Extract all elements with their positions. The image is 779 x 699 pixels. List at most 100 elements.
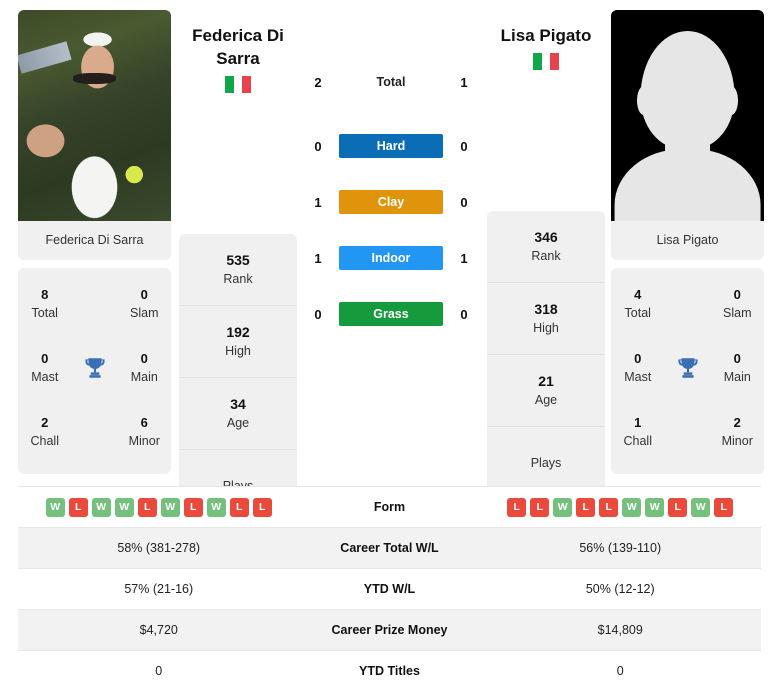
left-titles-row-3: 2 Chall 6 Minor (18, 400, 171, 464)
h2h-surface-row-indoor: 1 Indoor 1 (303, 230, 479, 286)
h2h-total-right: 1 (460, 74, 468, 90)
form-badge-win: W (622, 497, 642, 517)
stats-table: WLWWLWLWLL Form LLWLLWWLWL 58% (381-278)… (18, 486, 761, 691)
left-player-photo-caption: Federica Di Sarra (18, 221, 171, 260)
right-titles-row-1: 4 Total 0 Slam (611, 272, 764, 336)
left-titles-main-value: 0 (140, 351, 148, 366)
right-rank-column: Lisa Pigato 346 Rank 318 High 21 Age Pla… (487, 10, 605, 499)
form-badge-win: W (160, 497, 180, 517)
right-age-cell: 21 Age (487, 355, 605, 427)
right-player-photo-card: Lisa Pigato (611, 10, 764, 260)
h2h-surface-row-grass: 0 Grass 0 (303, 286, 479, 342)
right-player-photo (611, 10, 764, 221)
form-badge-loss: L (599, 497, 619, 517)
right-titles-minor-label: Minor (721, 434, 753, 448)
form-badge-win: W (91, 497, 111, 517)
left-titles-mast: 0 Mast (18, 350, 72, 386)
h2h-rows: 2 Total 1 0 Hard 0 1 Clay 0 1 Indoor 1 0… (303, 10, 479, 342)
right-titles-chall-label: Chall (623, 434, 653, 448)
left-player-photo-card: Federica Di Sarra (18, 10, 171, 260)
left-titles-row-2: 0 Mast 0 Main (18, 336, 171, 400)
left-titles-main: 0 Main (118, 350, 172, 386)
right-form-badges: LLWLLWWLWL (480, 497, 762, 517)
right-titles-slam: 0 Slam (711, 286, 765, 322)
surface-bar-hard[interactable]: Hard (339, 134, 443, 158)
right-form-cell: LLWLLWWLWL (480, 497, 762, 517)
left-titles-mast-value: 0 (41, 351, 49, 366)
h2h-grass-left: 0 (314, 306, 322, 322)
right-age-value: 21 (538, 372, 554, 389)
left-ytd-wl: 57% (21-16) (124, 582, 194, 596)
right-high-cell: 318 High (487, 283, 605, 355)
left-titles-slam-value: 0 (140, 287, 148, 302)
left-high-label: High (225, 343, 251, 358)
h2h-indoor-right: 1 (460, 250, 468, 266)
right-titles-mast-value: 0 (634, 351, 642, 366)
h2h-hard-right: 0 (460, 138, 468, 154)
right-titles-minor: 2 Minor (711, 414, 765, 450)
row-label-ytd-titles: YTD Titles (359, 664, 420, 678)
form-badge-win: W (645, 497, 665, 517)
table-row: 0 YTD Titles 0 (18, 650, 761, 691)
right-titles-mast: 0 Mast (611, 350, 665, 386)
right-career-prize: $14,809 (597, 623, 643, 637)
form-badge-loss: L (229, 497, 249, 517)
left-titles-card: 8 Total 0 Slam 0 Mast 0 Main 2 Chall 6 M… (18, 268, 171, 474)
table-row: $4,720 Career Prize Money $14,809 (18, 609, 761, 650)
right-titles-row-2: 0 Mast 0 Main (611, 336, 764, 400)
form-badge-loss: L (530, 497, 550, 517)
left-titles-main-label: Main (130, 370, 158, 384)
form-badge-loss: L (252, 497, 272, 517)
table-row: 57% (21-16) YTD W/L 50% (12-12) (18, 568, 761, 609)
left-titles-minor-value: 6 (140, 415, 148, 430)
italy-flag-icon (225, 76, 251, 93)
silhouette-ear-right-icon (724, 85, 738, 116)
h2h-surface-row-clay: 1 Clay 0 (303, 174, 479, 230)
h2h-clay-left: 1 (314, 194, 322, 210)
h2h-indoor-left: 1 (314, 250, 322, 266)
left-rank-card: 535 Rank 192 High 34 Age Plays (179, 234, 297, 522)
right-titles-chall: 1 Chall (611, 414, 665, 450)
left-rank-cell: 535 Rank (179, 234, 297, 306)
trophy-icon (84, 358, 105, 378)
left-rank-column: Federica Di Sarra 535 Rank 192 High 34 A… (179, 10, 297, 522)
left-form-cell: WLWWLWLWLL (18, 497, 300, 517)
right-player-photo-caption: Lisa Pigato (611, 221, 764, 260)
right-titles-chall-value: 1 (634, 415, 642, 430)
right-titles-main: 0 Main (711, 350, 765, 386)
left-titles-minor-label: Minor (128, 434, 160, 448)
left-titles-slam: 0 Slam (118, 286, 172, 322)
right-rank-label: Rank (531, 248, 561, 263)
right-ytd-wl: 50% (12-12) (585, 582, 655, 596)
surface-bar-clay[interactable]: Clay (339, 190, 443, 214)
form-badge-loss: L (668, 497, 688, 517)
surface-bar-indoor[interactable]: Indoor (339, 246, 443, 270)
table-row: WLWWLWLWLL Form LLWLLWWLWL (18, 486, 761, 527)
right-plays-label: Plays (530, 455, 562, 470)
form-badge-loss: L (183, 497, 203, 517)
row-label-career-wl: Career Total W/L (340, 541, 439, 555)
right-titles-main-value: 0 (733, 351, 741, 366)
surface-bar-grass[interactable]: Grass (339, 302, 443, 326)
silhouette-ear-left-icon (637, 85, 651, 116)
row-label-career-prize: Career Prize Money (331, 623, 448, 637)
h2h-hard-left: 0 (314, 138, 322, 154)
right-flag-wrap (487, 53, 605, 70)
right-player-name: Lisa Pigato (500, 26, 592, 45)
table-row: 58% (381-278) Career Total W/L 56% (139-… (18, 527, 761, 568)
left-titles-mast-label: Mast (31, 370, 59, 384)
right-titles-row-3: 1 Chall 2 Minor (611, 400, 764, 464)
right-titles-minor-value: 2 (733, 415, 741, 430)
right-player-column: Lisa Pigato 4 Total 0 Slam 0 Mast 0 Main… (611, 10, 764, 476)
h2h-grass-right: 0 (460, 306, 468, 322)
left-age-cell: 34 Age (179, 378, 297, 450)
left-titles-row-1: 8 Total 0 Slam (18, 272, 171, 336)
right-age-label: Age (534, 392, 558, 407)
h2h-middle-column: 2 Total 1 0 Hard 0 1 Clay 0 1 Indoor 1 0… (303, 10, 479, 476)
italy-flag-icon (533, 53, 559, 70)
row-label-ytd-wl: YTD W/L (363, 582, 416, 596)
trophy-icon (677, 358, 698, 378)
form-badge-win: W (114, 497, 134, 517)
left-trophy-icon-wrap (72, 355, 118, 381)
h2h-surface-row-hard: 0 Hard 0 (303, 118, 479, 174)
